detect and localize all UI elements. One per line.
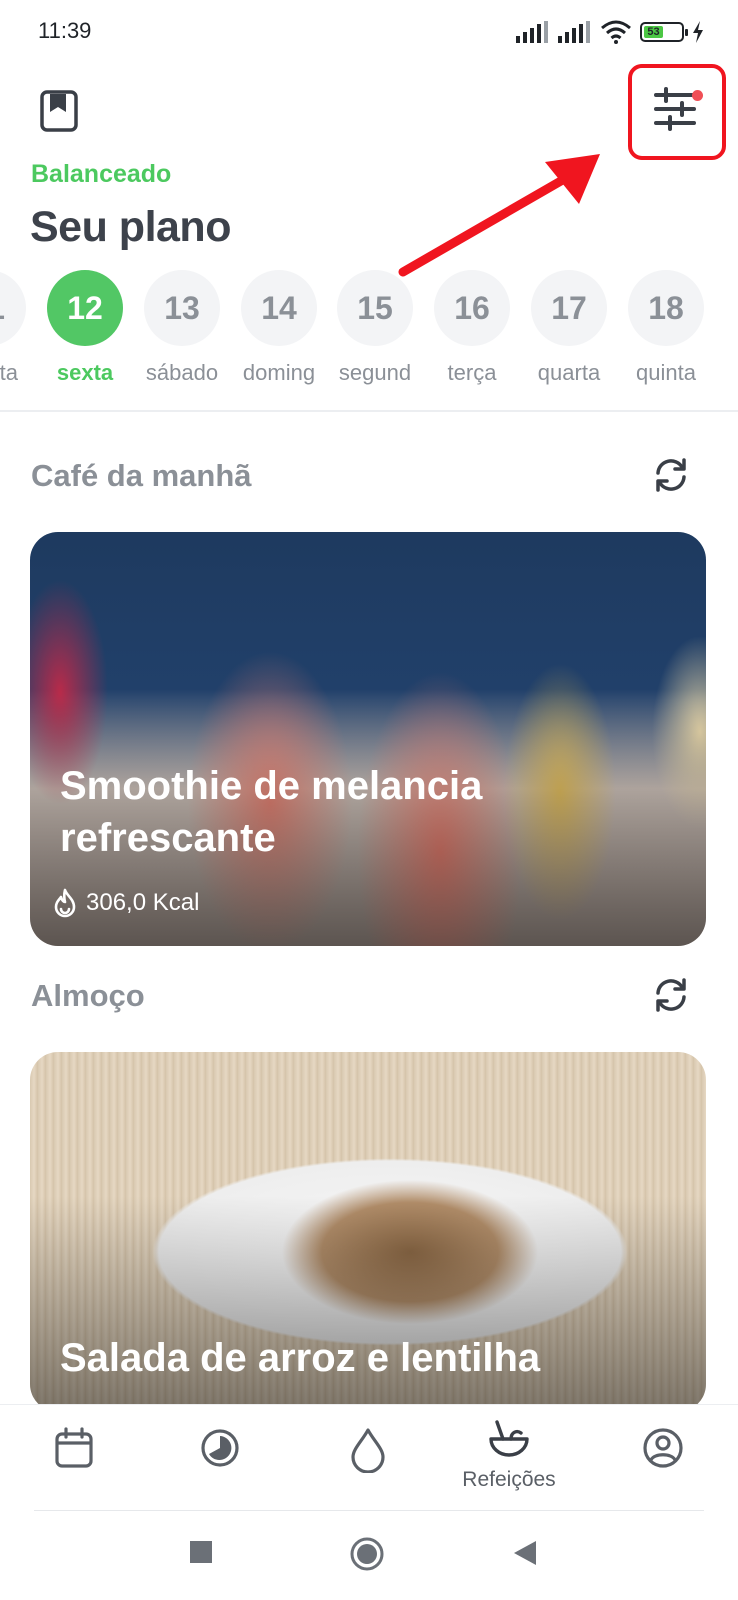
day-item[interactable]: 11 quinta [0, 270, 36, 386]
day-number: 11 [0, 270, 26, 346]
day-label: quarta [537, 360, 601, 385]
nav-item-progress[interactable] [160, 1427, 280, 1474]
day-number: 15 [337, 270, 413, 346]
bookmark-icon[interactable] [40, 90, 78, 132]
day-label: quinta [636, 360, 696, 385]
meal-title: Salada de arroz e lentilha [60, 1336, 541, 1380]
day-number: 16 [434, 270, 510, 346]
day-item[interactable]: 13 sábado [134, 270, 230, 386]
refresh-icon[interactable] [652, 976, 690, 1014]
day-item[interactable]: 15 segund [327, 270, 423, 386]
refresh-icon[interactable] [652, 456, 690, 494]
status-icons: 53 [516, 18, 704, 46]
day-label: doming [242, 360, 316, 385]
nav-item-calendar[interactable] [14, 1427, 134, 1474]
meal-card[interactable]: Smoothie de melancia refrescante 306,0 K… [30, 532, 706, 946]
page-title: Seu plano [30, 203, 231, 251]
divider [0, 410, 738, 412]
day-label: sexta [56, 360, 114, 385]
nav-label: Refeições [462, 1468, 556, 1491]
water-drop-icon [351, 1428, 385, 1474]
day-label: segund [338, 360, 412, 385]
progress-icon [201, 1429, 239, 1467]
back-icon[interactable] [514, 1541, 536, 1565]
meal-calories: 306,0 Kcal [52, 888, 199, 918]
day-label: sábado [145, 360, 219, 385]
signal-icon [516, 21, 548, 43]
battery-level: 53 [644, 26, 664, 38]
day-number: 14 [241, 270, 317, 346]
calories-value: 306,0 Kcal [86, 889, 200, 916]
bottom-navigation: Refeições [0, 1404, 738, 1511]
filter-sliders-icon [654, 87, 696, 131]
day-number: 17 [531, 270, 607, 346]
plan-type-label: Balanceado [31, 160, 172, 188]
annotation-arrow [398, 154, 600, 277]
day-label: terça [447, 360, 497, 385]
recent-apps-icon[interactable] [190, 1541, 212, 1563]
day-number: 13 [144, 270, 220, 346]
nav-item-profile[interactable] [603, 1427, 723, 1474]
day-item[interactable]: 16 terça [424, 270, 520, 386]
meal-title: Smoothie de melancia refrescante [60, 764, 483, 860]
profile-icon [643, 1428, 683, 1468]
day-label: quinta [0, 360, 18, 385]
day-item[interactable]: 18 quinta [618, 270, 714, 386]
day-item[interactable]: 17 quarta [521, 270, 617, 386]
calendar-icon [55, 1427, 93, 1468]
status-bar: 11:39 53 [0, 0, 738, 64]
system-navigation-bar [0, 1511, 738, 1600]
day-number: 12 [47, 270, 123, 346]
day-item-selected[interactable]: 12 sexta [37, 270, 133, 386]
status-time: 11:39 [38, 18, 92, 43]
meal-section-title: Café da manhã [31, 458, 252, 493]
day-number: 18 [628, 270, 704, 346]
meal-section-title: Almoço [31, 978, 145, 1013]
charging-icon [693, 21, 703, 43]
nav-item-water[interactable] [308, 1427, 428, 1478]
filter-button[interactable] [628, 64, 726, 160]
day-item[interactable]: 14 doming [231, 270, 327, 386]
home-icon[interactable] [350, 1537, 384, 1571]
nav-item-meals[interactable]: Refeições [449, 1419, 569, 1492]
flame-icon [54, 888, 76, 918]
notification-dot [692, 90, 703, 101]
meals-bowl-icon [489, 1420, 529, 1457]
signal-icon [558, 21, 590, 43]
wifi-icon [601, 20, 631, 44]
meal-card[interactable]: Salada de arroz e lentilha [30, 1052, 706, 1412]
battery-icon: 53 [640, 22, 688, 42]
day-selector: 11 quinta 12 sexta 13 sábado 14 doming 1… [0, 270, 738, 400]
